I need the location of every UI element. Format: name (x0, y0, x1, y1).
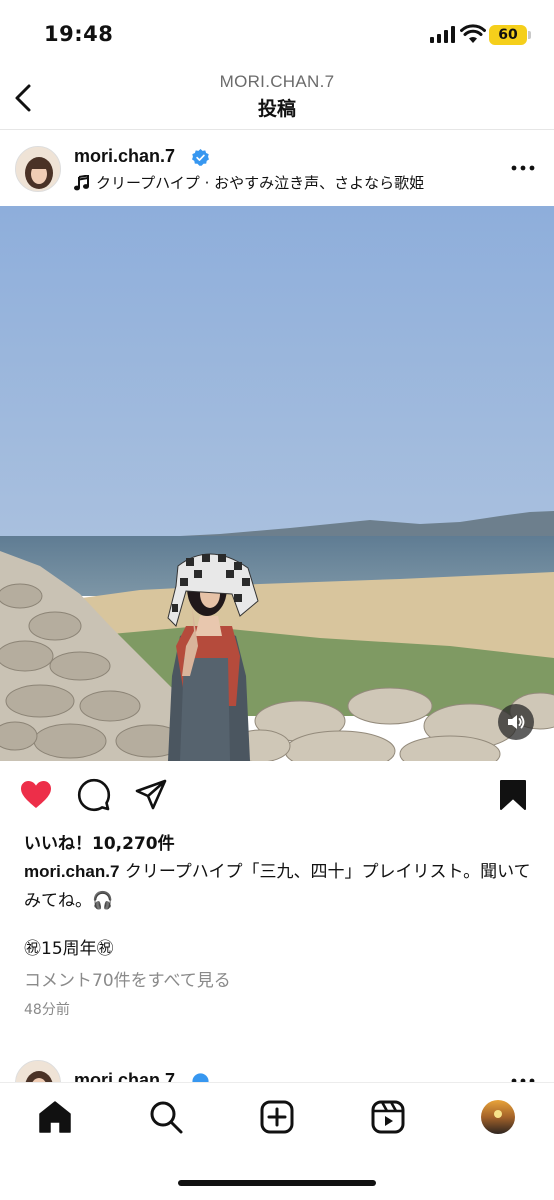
next-post-header: mori.chan.7 (0, 1058, 554, 1082)
avatar-image (16, 1061, 60, 1082)
music-note-icon (74, 174, 89, 190)
post-caption: mori.chan.7 クリープハイプ「三九、四十」プレイリスト。聞いてみてね。… (24, 857, 534, 916)
avatar[interactable] (15, 1060, 61, 1082)
caption-username[interactable]: mori.chan.7 (24, 862, 119, 881)
more-options-icon[interactable] (510, 158, 536, 178)
status-time: 19:48 (44, 22, 114, 46)
verified-badge-icon (192, 1073, 209, 1082)
speaker-icon (508, 715, 525, 729)
profile-avatar[interactable] (480, 1099, 516, 1135)
post-timestamp: 48分前 (24, 1002, 70, 1018)
next-post-username[interactable]: mori.chan.7 (74, 1070, 175, 1082)
avatar-image (16, 147, 60, 191)
post-header: mori.chan.7 クリープハイプ · おやすみ泣き声、さよなら歌姫 (0, 130, 554, 206)
nav-header: MORI.CHAN.7 投稿 (0, 66, 554, 130)
bookmark-icon[interactable] (496, 778, 530, 812)
share-send-icon[interactable] (134, 778, 168, 812)
reels-icon[interactable] (370, 1099, 406, 1135)
volume-button[interactable] (498, 704, 534, 740)
music-track-label: クリープハイプ · おやすみ泣き声、さよなら歌姫 (96, 174, 425, 192)
comment-icon[interactable] (77, 778, 111, 812)
avatar[interactable] (15, 146, 61, 192)
home-indicator (178, 1180, 376, 1186)
post-media[interactable] (0, 206, 554, 761)
post-photo-image (0, 206, 554, 761)
wifi-icon (460, 24, 486, 43)
header-account-name: MORI.CHAN.7 (219, 72, 335, 91)
home-icon[interactable] (37, 1099, 73, 1135)
create-post-icon[interactable] (259, 1099, 295, 1135)
battery-tip (528, 31, 531, 39)
like-heart-icon[interactable] (19, 778, 53, 812)
search-icon[interactable] (148, 1099, 184, 1135)
view-comments-link[interactable]: コメント70件をすべて見る (24, 966, 231, 991)
post-actions (0, 775, 554, 815)
page-title: 投稿 (257, 98, 296, 120)
verified-badge-icon (192, 149, 209, 166)
cellular-signal-icon (430, 26, 455, 43)
post-username[interactable]: mori.chan.7 (74, 146, 175, 167)
battery-indicator: 60 (489, 25, 527, 45)
status-bar: 19:48 60 (0, 0, 554, 66)
like-count[interactable]: いいね！10,270件 (24, 829, 175, 854)
music-track[interactable]: クリープハイプ · おやすみ泣き声、さよなら歌姫 (74, 172, 424, 193)
caption-anniversary: ㊗15周年㊗ (24, 939, 114, 959)
